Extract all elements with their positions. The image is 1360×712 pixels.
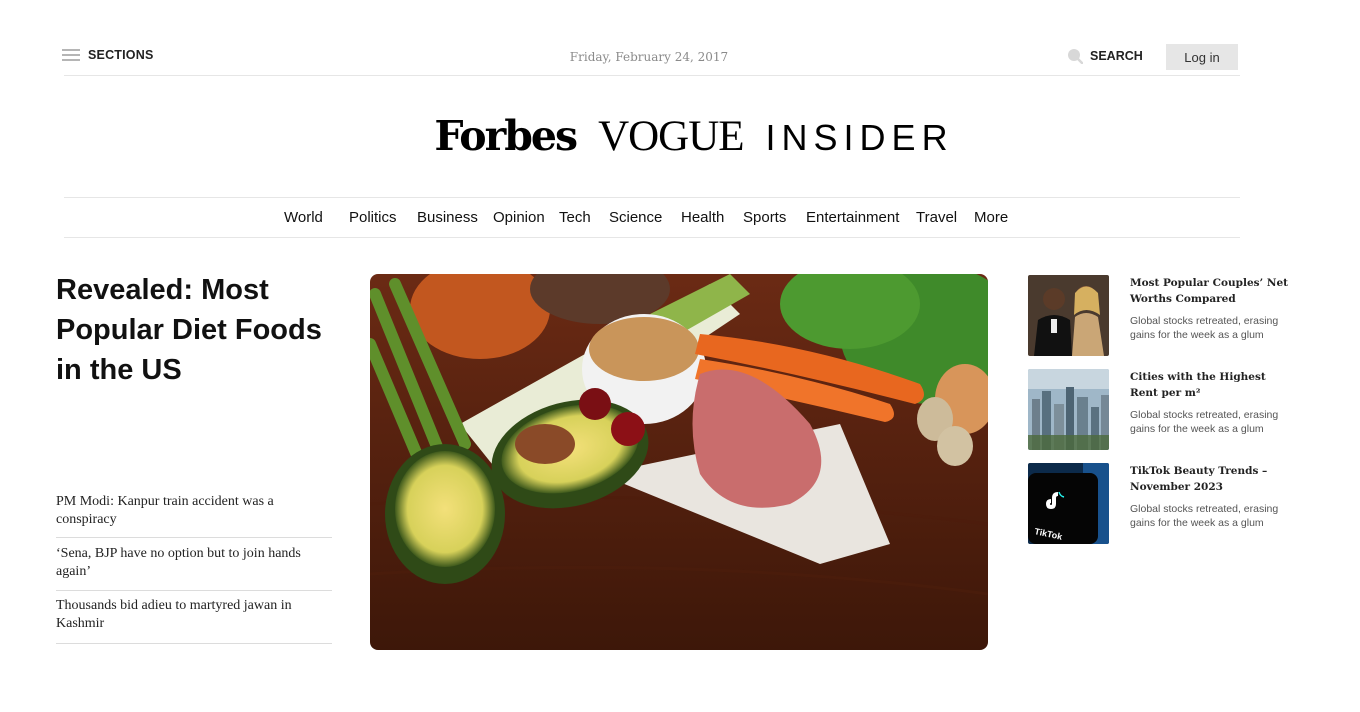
story-divider [56, 590, 332, 591]
search-label: SEARCH [1090, 49, 1143, 63]
header-divider [64, 75, 1240, 76]
story-divider [56, 643, 332, 644]
nav-science[interactable]: Science [609, 209, 681, 226]
nav-more[interactable]: More [974, 209, 1014, 226]
tiktok-thumbnail: TikTok [1028, 463, 1109, 544]
nav-world[interactable]: World [284, 209, 341, 226]
login-button[interactable]: Log in [1166, 44, 1238, 70]
sidebar-article-summary: Global stocks retreated, erasing gains f… [1130, 315, 1279, 341]
nav-politics[interactable]: Politics [349, 209, 417, 226]
sidebar-article[interactable]: Most Popular Couples’ Net Worths Compare… [1028, 275, 1288, 357]
nav-top-divider [64, 197, 1240, 198]
nav-bottom-divider [64, 237, 1240, 238]
sidebar-article[interactable]: Cities with the Highest Rent per m² Glob… [1028, 369, 1288, 451]
couple-thumbnail [1028, 275, 1109, 356]
sidebar-article[interactable]: TikTok TikTok Beauty Trends – November 2… [1028, 463, 1288, 545]
main-nav: World Politics Business Opinion Tech Sci… [284, 209, 1014, 226]
nav-opinion[interactable]: Opinion [493, 209, 559, 226]
vogue-logo[interactable]: VOGUE [598, 112, 744, 161]
story-divider [56, 537, 332, 538]
hero-image[interactable] [370, 274, 988, 650]
sidebar-article-summary: Global stocks retreated, erasing gains f… [1130, 409, 1279, 435]
nav-entertainment[interactable]: Entertainment [806, 209, 916, 226]
search-button[interactable]: SEARCH [1067, 48, 1143, 64]
nav-business[interactable]: Business [417, 209, 493, 226]
nav-health[interactable]: Health [681, 209, 743, 226]
nav-sports[interactable]: Sports [743, 209, 806, 226]
nav-travel[interactable]: Travel [916, 209, 974, 226]
nav-tech[interactable]: Tech [559, 209, 609, 226]
diet-foods-photo [370, 274, 988, 650]
city-skyline-thumbnail [1028, 369, 1109, 450]
sidebar-article-title: TikTok Beauty Trends – November 2023 [1130, 465, 1268, 493]
sidebar-article-title: Cities with the Highest Rent per m² [1130, 371, 1266, 399]
story-link[interactable]: ‘Sena, BJP have no option but to join ha… [56, 545, 332, 581]
masthead-logos: Forbes VOGUE INSIDER [0, 112, 1360, 161]
insider-logo[interactable]: INSIDER [766, 117, 954, 159]
sidebar-article-summary: Global stocks retreated, erasing gains f… [1130, 503, 1279, 529]
story-link[interactable]: PM Modi: Kanpur train accident was a con… [56, 493, 332, 529]
story-link[interactable]: Thousands bid adieu to martyred jawan in… [56, 597, 332, 633]
search-icon [1068, 49, 1083, 64]
forbes-logo[interactable]: Forbes [434, 112, 578, 160]
lead-headline[interactable]: Revealed: Most Popular Diet Foods in the… [56, 270, 336, 390]
sidebar-article-title: Most Popular Couples’ Net Worths Compare… [1130, 277, 1288, 305]
